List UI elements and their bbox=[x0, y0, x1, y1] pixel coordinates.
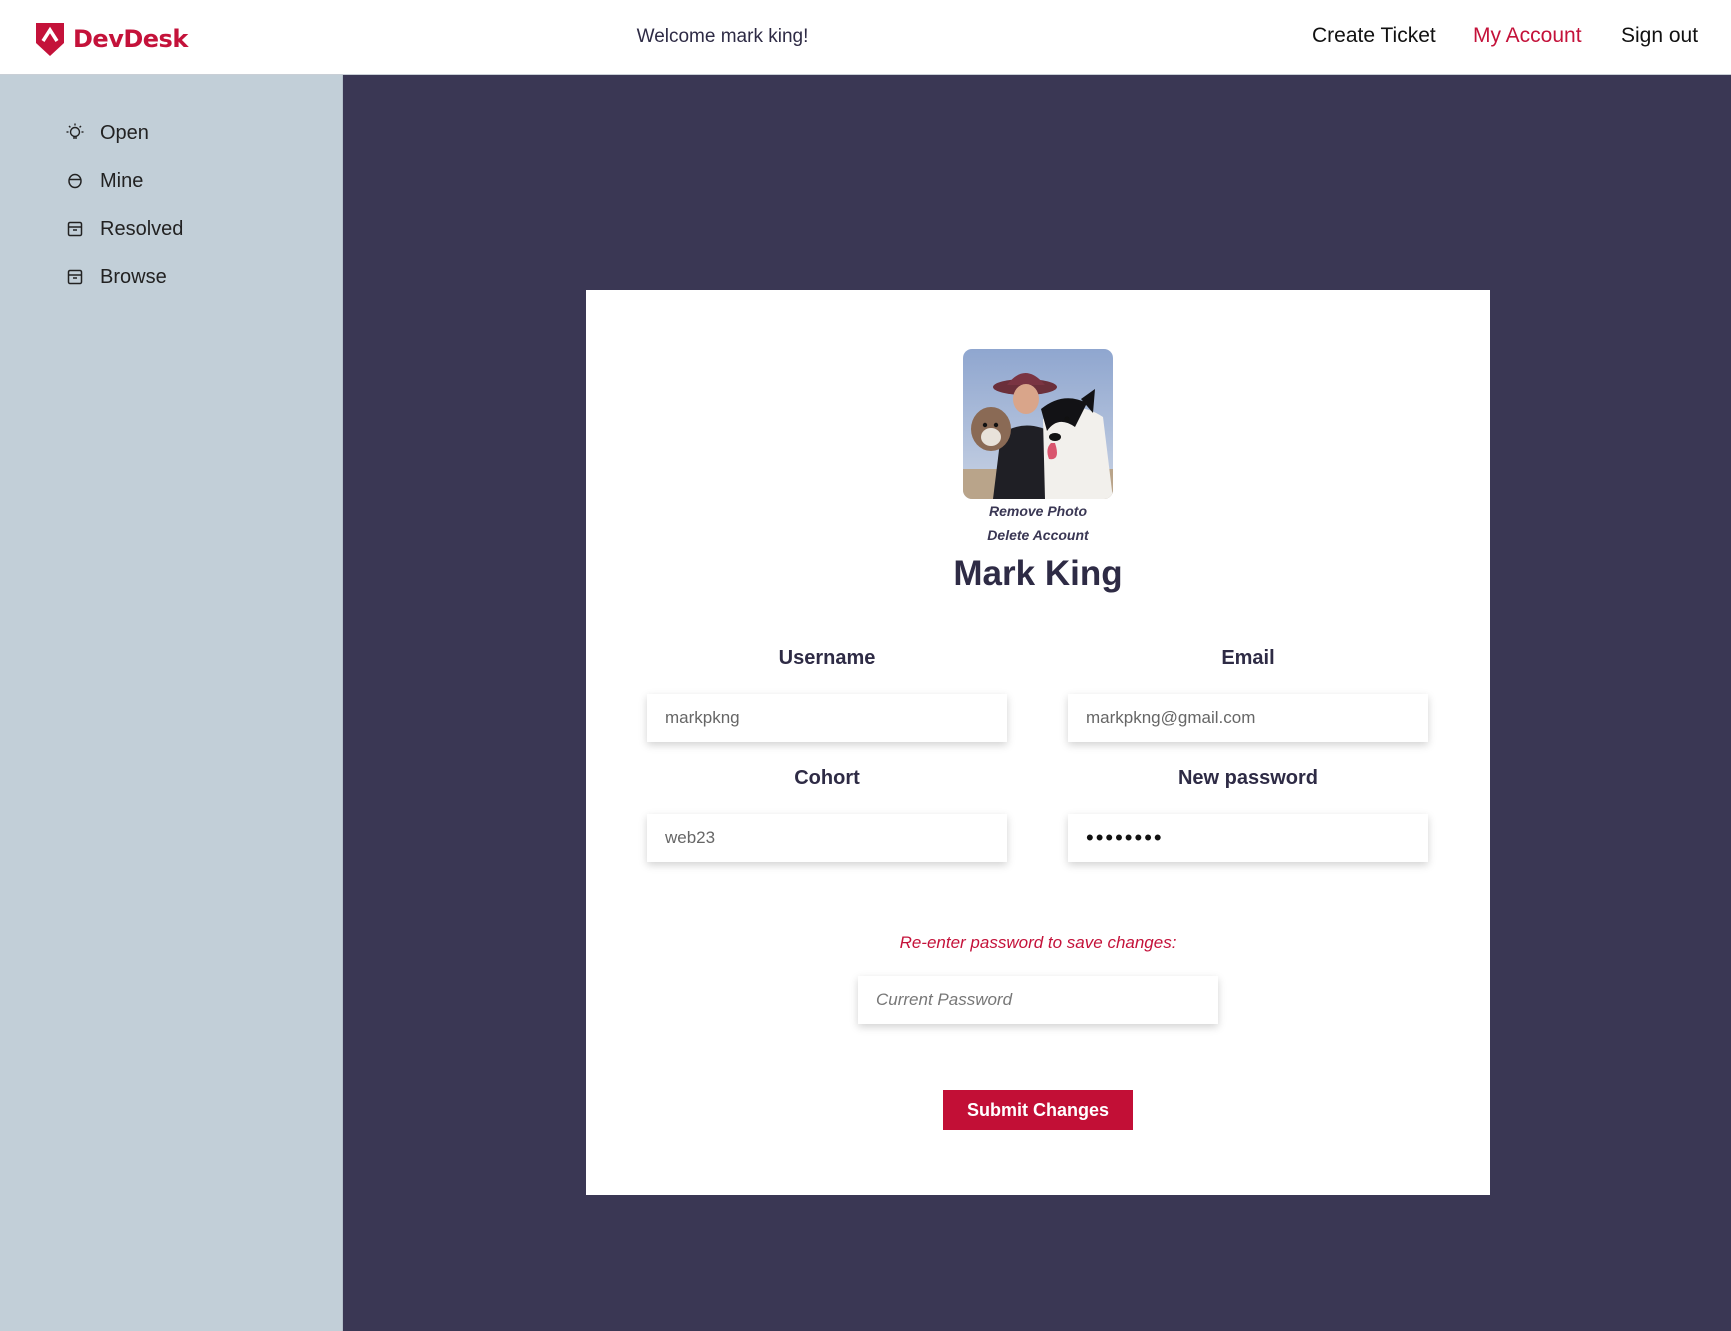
lightbulb-icon bbox=[62, 120, 88, 146]
username-label: Username bbox=[778, 647, 876, 669]
remove-photo-link[interactable]: Remove Photo bbox=[888, 503, 1188, 519]
account-card: Remove Photo Delete Account Mark King Us… bbox=[586, 290, 1490, 1195]
sidebar-item-open[interactable]: Open bbox=[62, 118, 149, 148]
sidebar-item-label: Mine bbox=[100, 169, 144, 192]
email-label: Email bbox=[1221, 647, 1275, 669]
cohort-input[interactable] bbox=[647, 814, 1007, 862]
shield-logo-icon bbox=[36, 23, 64, 56]
nav-sign-out[interactable]: Sign out bbox=[1621, 24, 1698, 48]
username-input[interactable] bbox=[647, 694, 1007, 742]
sidebar-item-label: Browse bbox=[100, 265, 167, 288]
delete-account-link[interactable]: Delete Account bbox=[888, 527, 1188, 543]
archive-icon bbox=[62, 264, 88, 290]
nav-create-ticket[interactable]: Create Ticket bbox=[1312, 24, 1436, 48]
sidebar: Open Mine Resolved Browse bbox=[0, 75, 343, 1331]
email-input[interactable] bbox=[1068, 694, 1428, 742]
app-logo[interactable]: DevDesk bbox=[35, 21, 188, 57]
app-name: DevDesk bbox=[73, 25, 188, 53]
reenter-password-note: Re-enter password to save changes: bbox=[899, 933, 1177, 952]
sidebar-item-browse[interactable]: Browse bbox=[62, 262, 167, 292]
cohort-label: Cohort bbox=[794, 767, 860, 789]
nav-my-account[interactable]: My Account bbox=[1473, 24, 1582, 48]
sidebar-item-label: Open bbox=[100, 121, 149, 144]
sidebar-item-resolved[interactable]: Resolved bbox=[62, 214, 183, 244]
current-password-input[interactable] bbox=[858, 976, 1218, 1024]
sidebar-item-mine[interactable]: Mine bbox=[62, 166, 143, 196]
avatar bbox=[963, 349, 1113, 499]
welcome-message: Welcome mark king! bbox=[636, 26, 809, 47]
submit-changes-button[interactable]: Submit Changes bbox=[943, 1090, 1133, 1130]
user-icon bbox=[62, 168, 88, 194]
new-password-input[interactable] bbox=[1068, 814, 1428, 862]
top-header: DevDesk Welcome mark king! Create Ticket… bbox=[0, 0, 1731, 75]
profile-name: Mark King bbox=[953, 554, 1123, 593]
archive-icon bbox=[62, 216, 88, 242]
new-password-label: New password bbox=[1177, 767, 1319, 789]
sidebar-item-label: Resolved bbox=[100, 217, 184, 240]
